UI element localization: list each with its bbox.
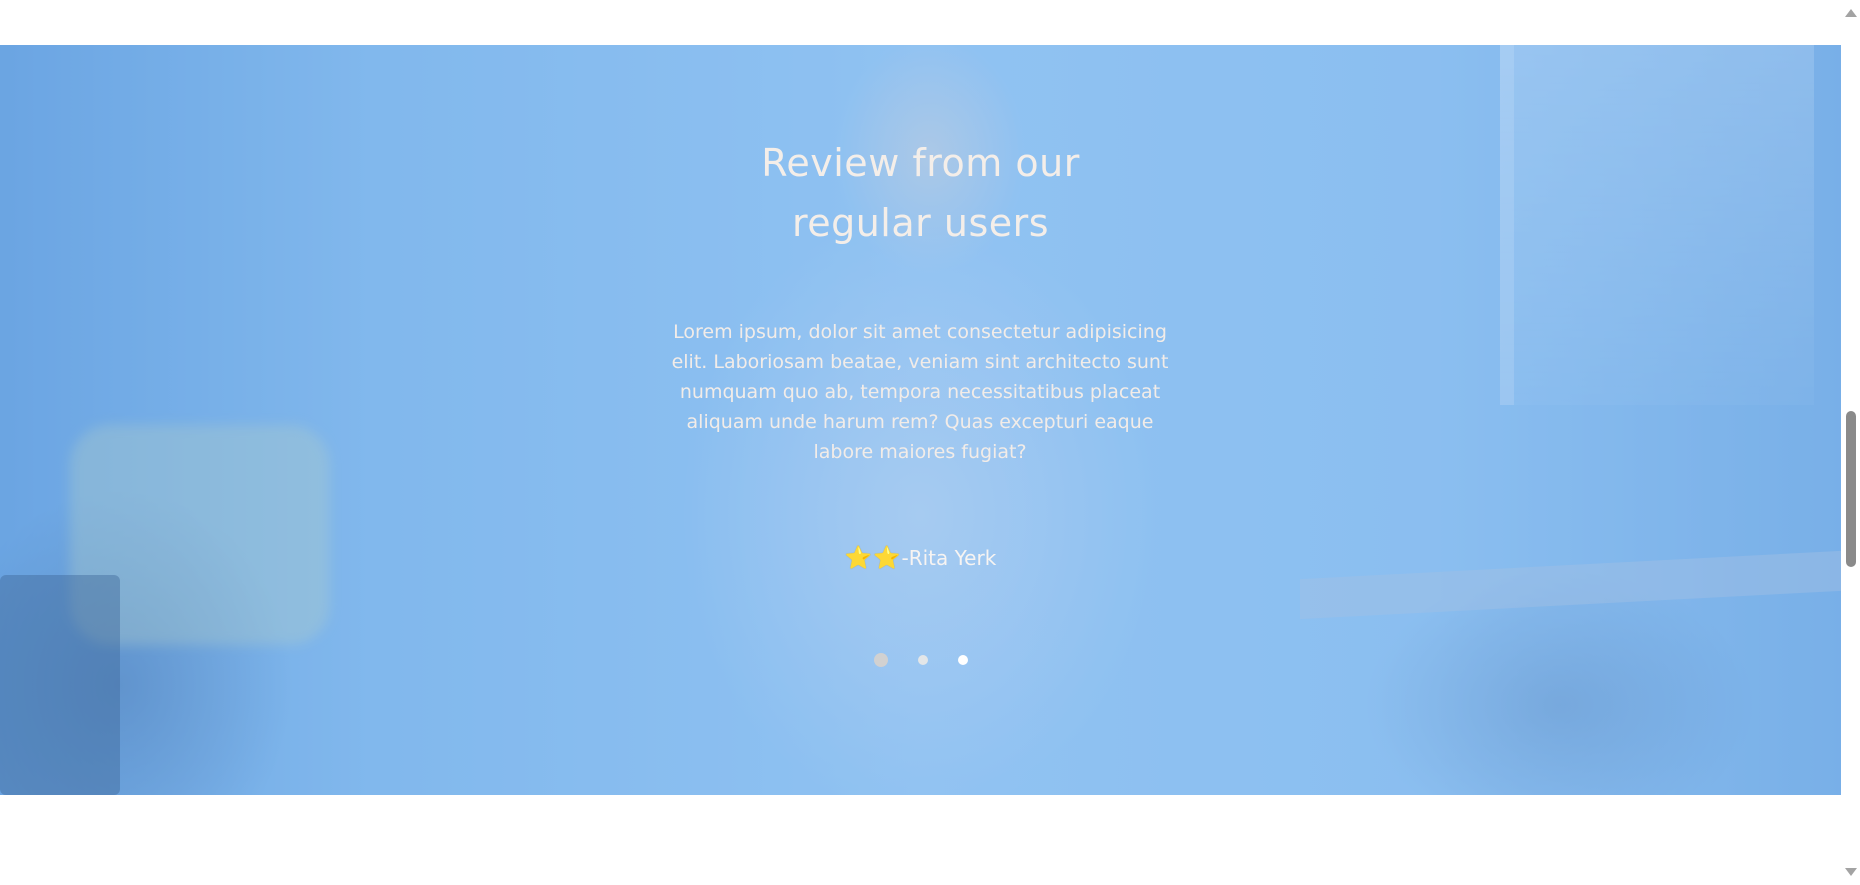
section-title-line-1: Review from our — [761, 141, 1080, 185]
testimonial-section: Review from our regular users Lorem ipsu… — [0, 45, 1841, 795]
triangle-up-icon[interactable] — [1845, 9, 1857, 17]
review-author: -Rita Yerk — [901, 546, 997, 570]
review-author-line: ⭐⭐-Rita Yerk — [0, 543, 1841, 574]
carousel-dot-3[interactable] — [957, 654, 968, 665]
section-title: Review from our regular users — [0, 133, 1841, 253]
page: Review from our regular users Lorem ipsu… — [0, 0, 1860, 885]
section-title-line-2: regular users — [791, 201, 1050, 245]
carousel-indicators — [0, 649, 1841, 669]
testimonial-content: Review from our regular users Lorem ipsu… — [0, 45, 1841, 795]
carousel-dot-2[interactable] — [917, 654, 928, 665]
vertical-scrollbar[interactable] — [1841, 0, 1860, 885]
scrollbar-thumb[interactable] — [1846, 411, 1856, 567]
star-rating-icon: ⭐⭐ — [844, 546, 902, 571]
browser-viewport: Review from our regular users Lorem ipsu… — [0, 0, 1841, 885]
review-text: Lorem ipsum, dolor sit amet consectetur … — [671, 321, 1169, 463]
carousel-dot-1[interactable] — [873, 652, 888, 667]
triangle-down-icon[interactable] — [1845, 868, 1857, 876]
